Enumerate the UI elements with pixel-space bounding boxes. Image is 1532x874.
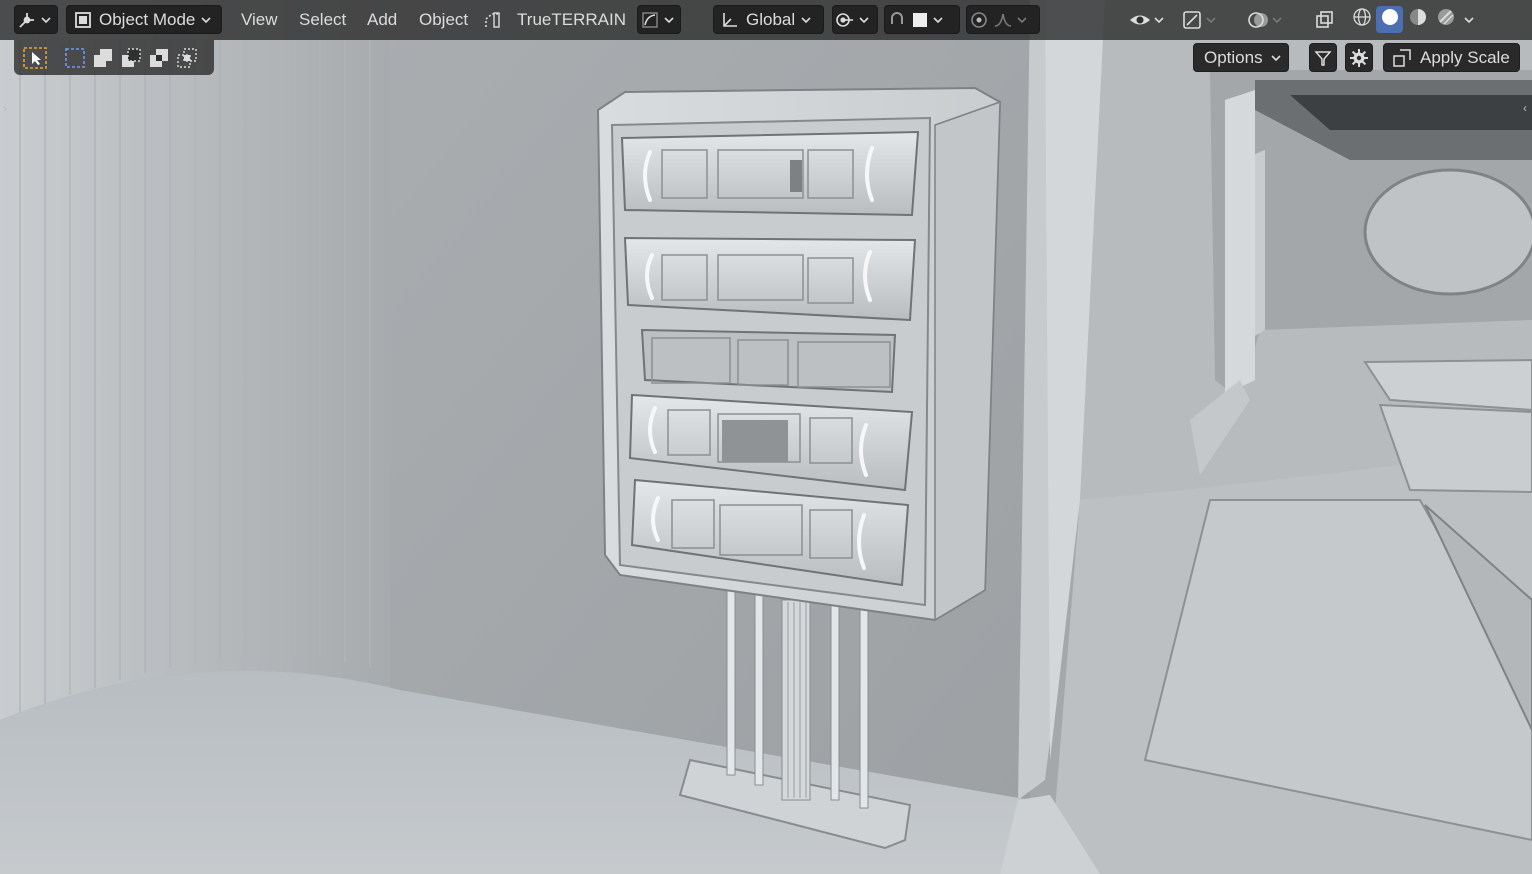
shading-options-dropdown[interactable] — [1462, 5, 1486, 34]
snapping-group[interactable] — [884, 5, 960, 34]
falloff-curve-icon — [991, 8, 1015, 32]
gear-icon — [1350, 48, 1368, 67]
mode-extend-button[interactable] — [88, 44, 118, 71]
mode-intersect-icon — [177, 47, 197, 68]
mode-difference-button[interactable] — [144, 44, 174, 71]
chevron-down-icon — [39, 13, 53, 27]
3d-viewport-icon — [15, 8, 39, 32]
viewport-header: Object Mode View Select Add Object TrueT… — [0, 0, 1532, 40]
gizmo-icon — [1180, 8, 1204, 32]
orientation-axes-icon — [718, 8, 742, 32]
options-dropdown[interactable]: Options — [1193, 43, 1289, 72]
pivot-point-icon — [833, 8, 857, 32]
chevron-down-icon — [1015, 13, 1029, 27]
mode-new-icon — [65, 47, 85, 68]
options-label: Options — [1204, 47, 1263, 67]
snap-increment-icon — [909, 8, 931, 32]
mode-subtract-button[interactable] — [116, 44, 146, 71]
chevron-down-icon — [199, 13, 213, 27]
mode-intersect-button[interactable] — [172, 44, 202, 71]
apply-scale-label: Apply Scale — [1420, 47, 1510, 67]
chevron-down-icon — [1269, 51, 1283, 65]
chevron-down-icon — [857, 13, 871, 27]
terrain-icon — [480, 8, 503, 32]
sidebar-expand-arrow-icon[interactable]: ‹ — [1520, 98, 1530, 118]
filter-button[interactable] — [1309, 43, 1337, 72]
shading-rendered-button[interactable] — [1432, 6, 1459, 33]
trueterrain-addon-menu[interactable]: TrueTERRAIN — [480, 5, 630, 34]
xray-toggle[interactable] — [1312, 5, 1340, 34]
apply-scale-icon — [1393, 48, 1411, 67]
mode-select-dropdown[interactable]: Object Mode — [66, 5, 222, 34]
transform-orientation-dropdown[interactable]: Global — [713, 5, 824, 34]
addon-label: TrueTERRAIN — [517, 9, 626, 29]
3d-viewport[interactable]: › ‹ — [0, 0, 1532, 874]
chevron-down-icon — [1270, 13, 1284, 27]
filter-funnel-icon — [1314, 50, 1332, 66]
snap-magnet-icon — [885, 8, 909, 32]
mode-extend-icon — [94, 48, 112, 67]
menu-select[interactable]: Select — [295, 6, 350, 34]
visibility-dropdown[interactable] — [1128, 5, 1174, 34]
rendered-sphere-icon — [1436, 7, 1456, 32]
chevron-down-icon — [662, 13, 676, 27]
xray-icon — [1312, 8, 1336, 32]
object-mode-icon — [71, 8, 95, 32]
menu-add[interactable]: Add — [363, 6, 401, 34]
overlays-icon — [1246, 8, 1270, 32]
menu-object[interactable]: Object — [415, 6, 472, 34]
chevron-down-icon — [1462, 13, 1476, 27]
editor-type-button[interactable] — [14, 5, 58, 34]
mode-new-button[interactable] — [60, 44, 90, 71]
wireframe-sphere-icon — [1352, 7, 1372, 32]
mode-subtract-icon — [122, 47, 141, 67]
chevron-down-icon — [1152, 13, 1166, 27]
apply-scale-button[interactable]: Apply Scale — [1383, 43, 1520, 72]
shading-wireframe-button[interactable] — [1348, 6, 1375, 33]
shading-material-button[interactable] — [1404, 6, 1431, 33]
proportional-editing-icon — [967, 8, 991, 32]
overlays-dropdown[interactable] — [1246, 5, 1300, 34]
mode-label: Object Mode — [99, 9, 196, 29]
curve-icon — [638, 8, 662, 32]
select-mode-toolbar — [14, 40, 214, 75]
chevron-down-icon — [1204, 13, 1218, 27]
settings-button[interactable] — [1345, 43, 1373, 72]
menu-view[interactable]: View — [237, 6, 282, 34]
solid-sphere-icon — [1380, 7, 1400, 32]
eye-icon — [1128, 8, 1152, 32]
pivot-point-dropdown[interactable] — [832, 5, 878, 34]
orientation-label: Global — [746, 9, 796, 29]
select-box-icon — [23, 46, 47, 69]
chevron-down-icon — [931, 13, 945, 27]
shading-solid-button[interactable] — [1376, 6, 1403, 33]
tool-options-row: Options Apply Scale — [1185, 40, 1520, 75]
material-sphere-icon — [1408, 7, 1428, 32]
terrain-mode-dropdown[interactable] — [637, 5, 681, 34]
select-tool-button[interactable] — [20, 44, 50, 71]
toolbar-expand-arrow-icon[interactable]: › — [0, 98, 10, 118]
gizmo-dropdown[interactable] — [1180, 5, 1230, 34]
chevron-down-icon — [799, 13, 813, 27]
proportional-editing-group[interactable] — [966, 5, 1040, 34]
mode-difference-icon — [150, 48, 168, 67]
viewport-scene — [0, 0, 1532, 874]
